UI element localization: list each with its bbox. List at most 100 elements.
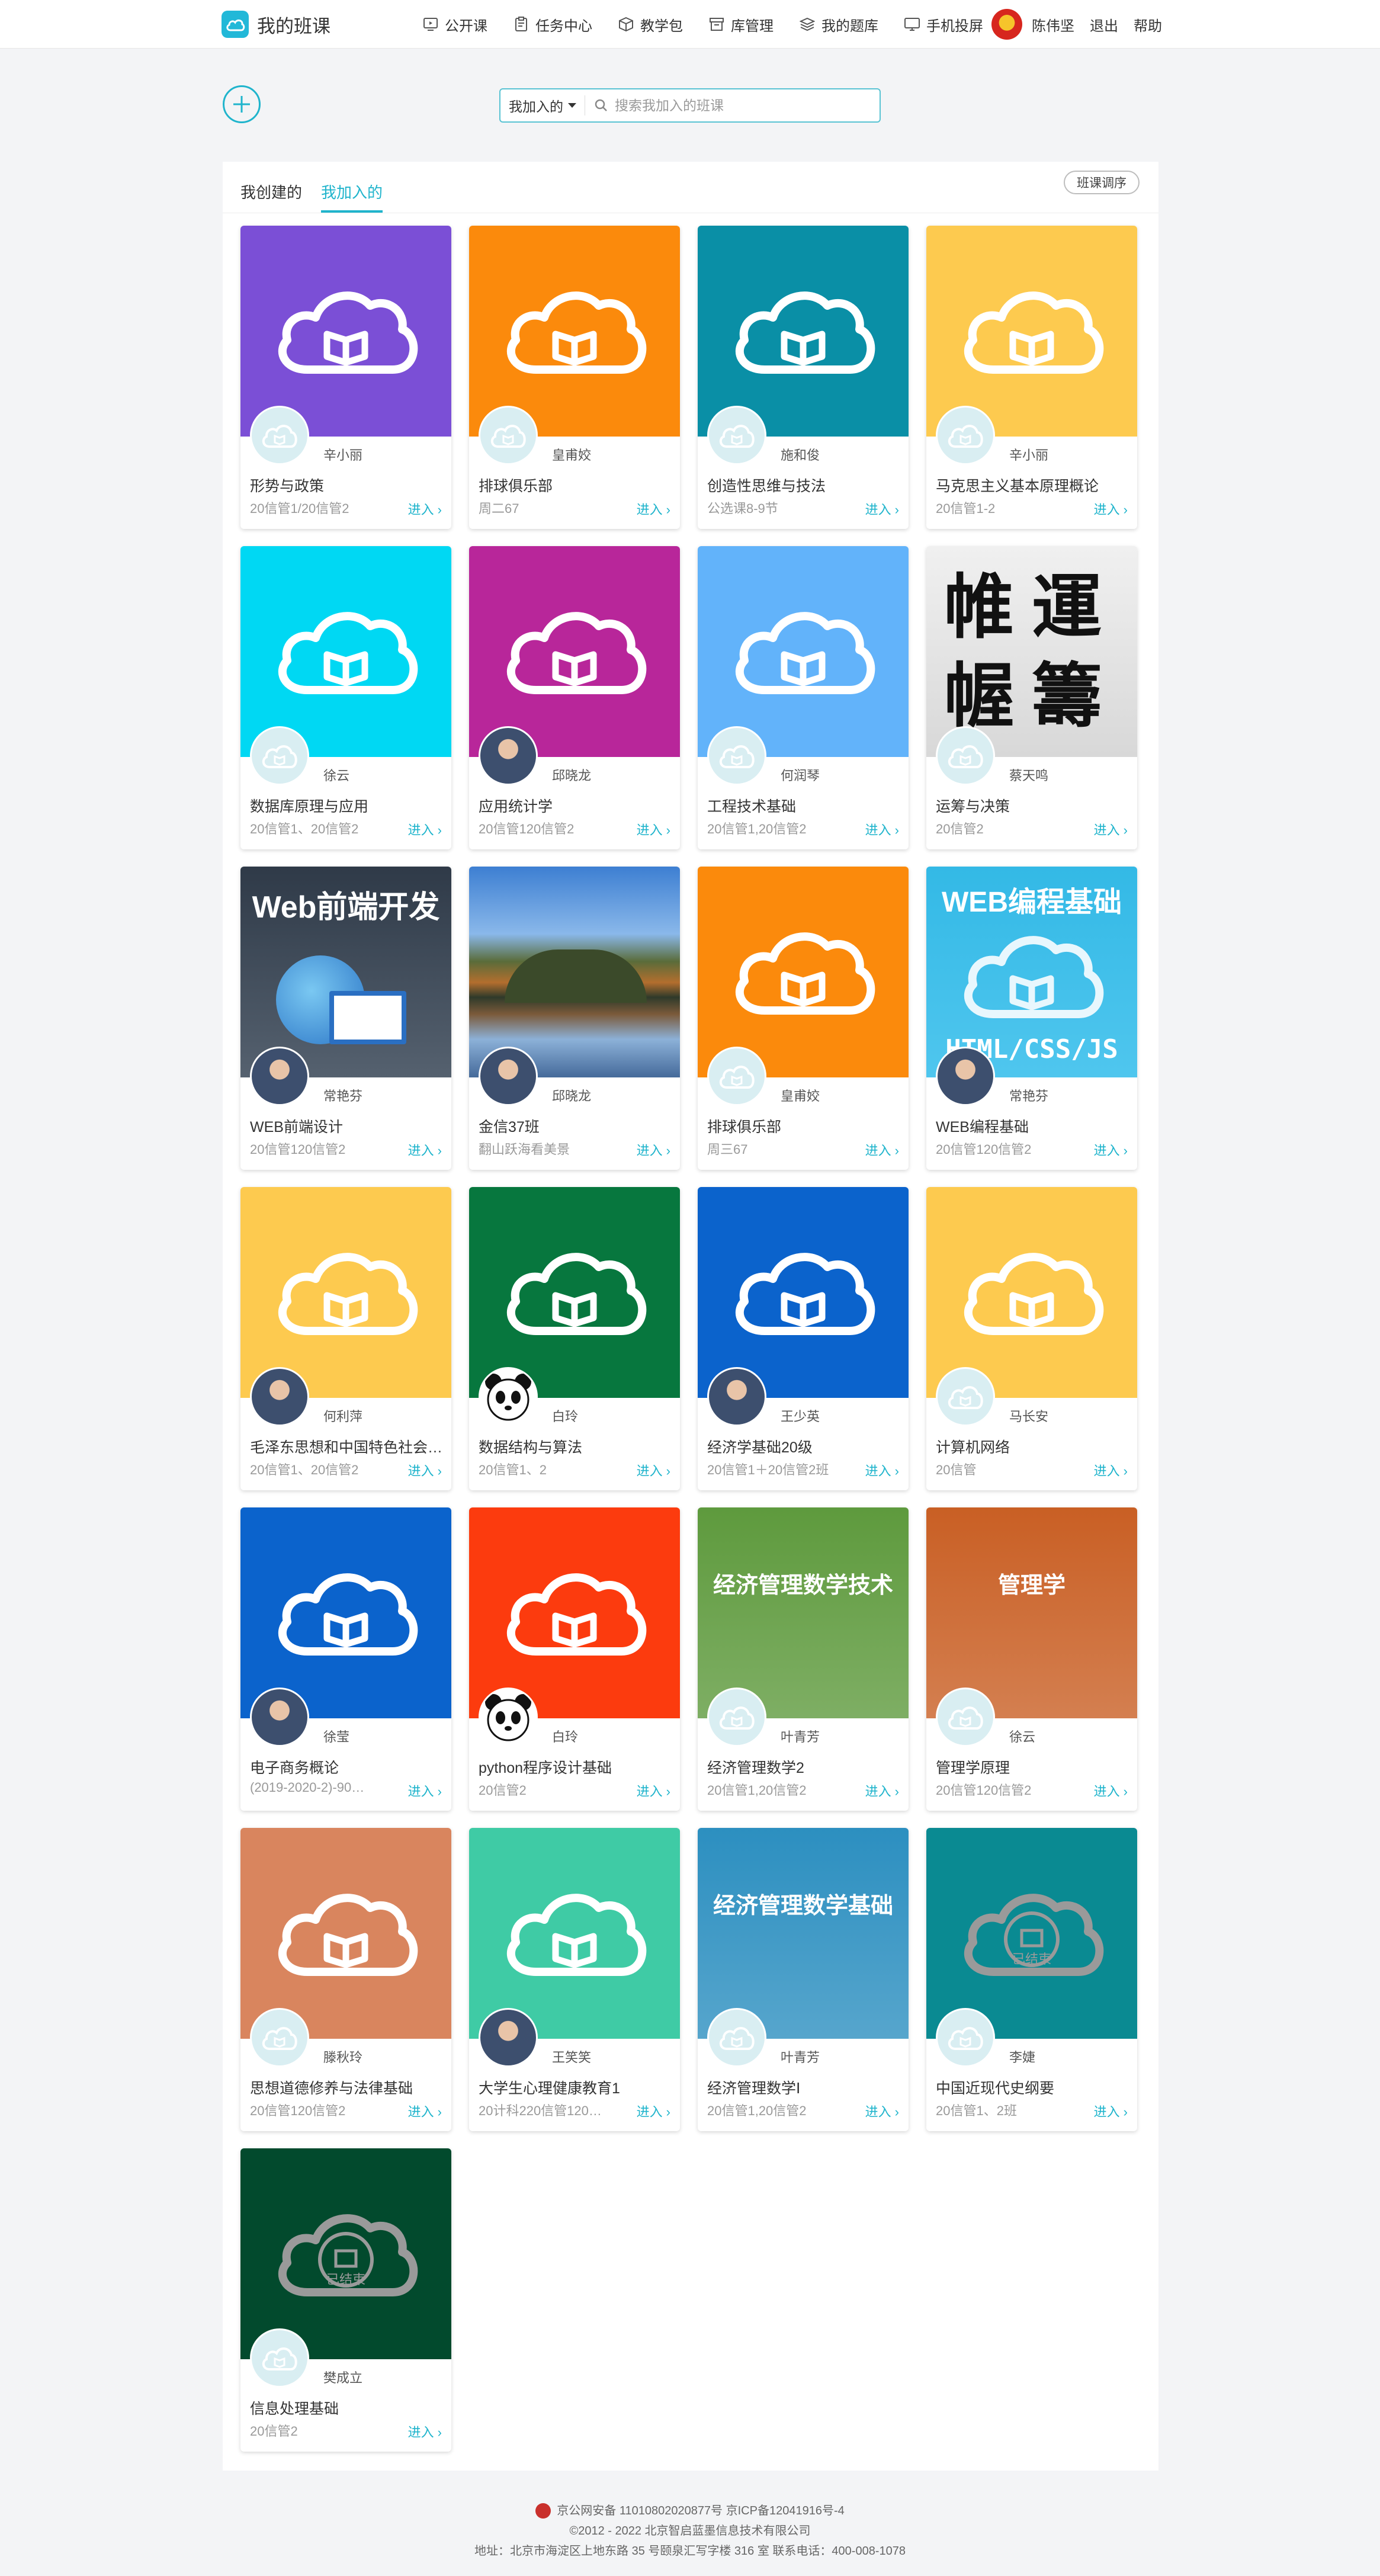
course-card[interactable]: 经济管理数学技术 叶青芳 经济管理数学2 20信管1,20信管2 进入 › [698, 1507, 909, 1811]
course-name[interactable]: 数据库原理与应用 [250, 795, 445, 816]
course-card[interactable]: 邱晓龙 金信37班 翻山跃海看美景 进入 › [469, 867, 680, 1170]
course-cover[interactable]: Web前端开发 [240, 867, 451, 1077]
sort-courses-button[interactable]: 班课调序 [1064, 171, 1140, 194]
footer-license[interactable]: 京公网安备 11010802020877号 京ICP备12041916号-4 [557, 2501, 844, 2521]
enter-course-button[interactable]: 进入 › [408, 2422, 442, 2441]
course-cover[interactable] [469, 1187, 680, 1398]
course-cover[interactable] [469, 1828, 680, 2039]
enter-course-button[interactable]: 进入 › [1094, 1781, 1128, 1800]
nav-library[interactable]: 库管理 [708, 14, 774, 35]
enter-course-button[interactable]: 进入 › [637, 2102, 670, 2121]
course-card[interactable]: 何润琴 工程技术基础 20信管1,20信管2 进入 › [698, 546, 909, 849]
course-cover[interactable] [698, 546, 909, 757]
enter-course-button[interactable]: 进入 › [865, 499, 899, 518]
course-name[interactable]: 经济管理数学2 [707, 1756, 903, 1778]
course-card[interactable]: 徐云 数据库原理与应用 20信管1、20信管2 进入 › [240, 546, 451, 849]
nav-question-bank[interactable]: 我的题库 [798, 14, 878, 35]
course-cover[interactable]: 帷運幄籌 [926, 546, 1137, 757]
course-card[interactable]: 已结束 樊成立 信息处理基础 20信管2 进入 › [240, 2148, 451, 2452]
course-cover[interactable]: 已结束 [240, 2148, 451, 2359]
course-name[interactable]: 电子商务概论 [250, 1756, 445, 1778]
course-name[interactable]: 经济学基础20级 [707, 1436, 903, 1457]
course-card[interactable]: 辛小丽 马克思主义基本原理概论 20信管1-2 进入 › [926, 226, 1137, 529]
enter-course-button[interactable]: 进入 › [1094, 499, 1128, 518]
enter-course-button[interactable]: 进入 › [1094, 820, 1128, 839]
course-name[interactable]: 毛泽东思想和中国特色社会主义理论体系概论 [250, 1436, 445, 1457]
course-cover[interactable] [698, 226, 909, 437]
course-cover[interactable] [469, 546, 680, 757]
course-name[interactable]: 排球俱乐部 [479, 474, 674, 496]
course-card[interactable]: 皇甫姣 排球俱乐部 周三67 进入 › [698, 867, 909, 1170]
enter-course-button[interactable]: 进入 › [637, 1140, 670, 1159]
course-card[interactable]: WEB编程基础 HTML/CSS/JS 常艳芬 WEB编程基础 20信管120信管2 进入… [926, 867, 1137, 1170]
course-card[interactable]: Web前端开发 常艳芬 WEB前端设计 20信管120信管2 进入 › [240, 867, 451, 1170]
course-name[interactable]: 金信37班 [479, 1115, 674, 1137]
nav-package[interactable]: 教学包 [617, 14, 683, 35]
course-name[interactable]: 经济管理数学Ⅰ [707, 2077, 903, 2098]
course-name[interactable]: WEB编程基础 [936, 1115, 1131, 1137]
course-card[interactable]: 皇甫姣 排球俱乐部 周二67 进入 › [469, 226, 680, 529]
course-name[interactable]: 排球俱乐部 [707, 1115, 903, 1137]
course-card[interactable]: 王笑笑 大学生心理健康教育1 20计科220信管120… 进入 › [469, 1828, 680, 2131]
course-card[interactable]: 何利萍毛泽东思想和中国特色社会主义理论体系概论 20信管1、20信管2 进入› [240, 1187, 451, 1490]
course-card[interactable]: 帷運幄籌 蔡天鸣 运筹与决策 20信管2 进入 › [926, 546, 1137, 849]
course-cover[interactable] [698, 1187, 909, 1398]
course-name[interactable]: 创造性思维与技法 [707, 474, 903, 496]
user-avatar[interactable] [991, 9, 1022, 40]
brand[interactable]: 我的班课 [222, 9, 330, 39]
course-name[interactable]: 计算机网络 [936, 1436, 1131, 1457]
search-input[interactable] [615, 97, 864, 114]
enter-course-button[interactable]: 进入 › [408, 2102, 442, 2121]
nav-screen-cast[interactable]: 手机投屏 [903, 14, 983, 35]
course-cover[interactable]: WEB编程基础 HTML/CSS/JS [926, 867, 1137, 1077]
course-name[interactable]: 管理学原理 [936, 1756, 1131, 1778]
course-cover[interactable] [240, 1507, 451, 1718]
course-cover[interactable]: 已结束 [926, 1828, 1137, 2039]
course-cover[interactable] [469, 1507, 680, 1718]
course-name[interactable]: 数据结构与算法 [479, 1436, 674, 1457]
enter-course-button[interactable]: 进入 › [865, 1140, 899, 1159]
tab-created[interactable]: 我创建的 [240, 170, 302, 213]
enter-course-button[interactable]: 进入 › [865, 2102, 899, 2121]
course-name[interactable]: 马克思主义基本原理概论 [936, 474, 1131, 496]
logout-link[interactable]: 退出 [1090, 14, 1118, 35]
enter-course-button[interactable]: 进入 › [1094, 1461, 1128, 1480]
course-name[interactable]: 形势与政策 [250, 474, 445, 496]
course-card[interactable]: 王少英 经济学基础20级 20信管1＋20信管2班 进入 › [698, 1187, 909, 1490]
course-card[interactable]: 邱晓龙 应用统计学 20信管120信管2 进入 › [469, 546, 680, 849]
enter-course-button[interactable]: 进入 › [408, 499, 442, 518]
course-cover[interactable]: 管理学 [926, 1507, 1137, 1718]
enter-course-button[interactable]: 进入 › [1094, 1140, 1128, 1159]
course-cover[interactable] [240, 1828, 451, 2039]
course-cover[interactable] [698, 867, 909, 1077]
enter-course-button[interactable]: 进入 › [637, 1461, 670, 1480]
course-cover[interactable] [926, 1187, 1137, 1398]
add-course-button[interactable] [223, 85, 261, 123]
enter-course-button[interactable]: 进入 › [408, 1781, 442, 1800]
course-name[interactable]: 大学生心理健康教育1 [479, 2077, 674, 2098]
course-name[interactable]: 运筹与决策 [936, 795, 1131, 816]
course-card[interactable]: 马长安 计算机网络 20信管 进入 › [926, 1187, 1137, 1490]
enter-course-button[interactable]: 进入 › [408, 1140, 442, 1159]
course-card[interactable]: 滕秋玲 思想道德修养与法律基础 20信管120信管2 进入 › [240, 1828, 451, 2131]
course-card[interactable]: 施和俊 创造性思维与技法 公选课8-9节 进入 › [698, 226, 909, 529]
enter-course-button[interactable]: 进入 › [637, 1781, 670, 1800]
course-card[interactable]: 经济管理数学基础 叶青芳 经济管理数学Ⅰ 20信管1,20信管2 进入 › [698, 1828, 909, 2131]
course-cover[interactable] [469, 867, 680, 1077]
course-cover[interactable] [926, 226, 1137, 437]
course-cover[interactable] [240, 226, 451, 437]
course-card[interactable]: 已结束 李婕 中国近现代史纲要 20信管1、2班 进入 › [926, 1828, 1137, 2131]
enter-course-button[interactable]: 进入 › [865, 1461, 899, 1480]
course-card[interactable]: 管理学 徐云 管理学原理 20信管120信管2 进入 › [926, 1507, 1137, 1811]
search-filter-dropdown[interactable]: 我加入的 [500, 95, 585, 116]
help-link[interactable]: 帮助 [1134, 14, 1162, 35]
course-card[interactable]: 徐莹 电子商务概论 (2019-2020-2)-90… 进入 › [240, 1507, 451, 1811]
enter-course-button[interactable]: 进入 › [637, 820, 670, 839]
enter-course-button[interactable]: 进入 › [637, 499, 670, 518]
enter-course-button[interactable]: 进入 › [865, 820, 899, 839]
nav-task-center[interactable]: 任务中心 [512, 14, 592, 35]
enter-course-button[interactable]: 进入 › [1094, 2102, 1128, 2121]
course-name[interactable]: python程序设计基础 [479, 1756, 674, 1778]
nav-public-course[interactable]: 公开课 [422, 14, 487, 35]
course-cover[interactable] [469, 226, 680, 437]
